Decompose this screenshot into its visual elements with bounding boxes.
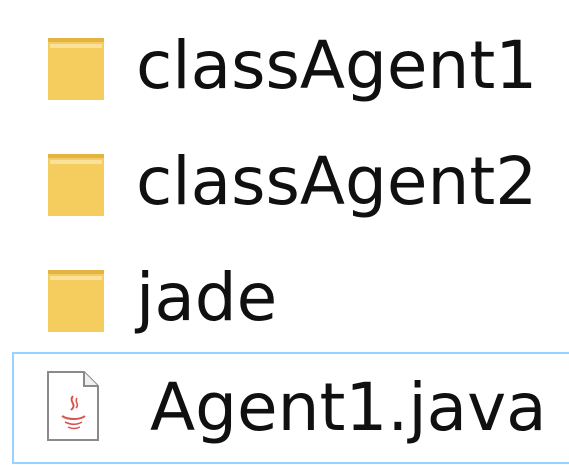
file-name: Agent1.java — [150, 369, 547, 446]
folder-name: classAgent2 — [136, 143, 538, 220]
folder-icon — [48, 264, 104, 332]
java-file-icon — [46, 370, 100, 442]
file-item-agent1-java[interactable]: Agent1.java — [12, 352, 569, 464]
folder-item-classagent2[interactable]: classAgent2 — [0, 124, 569, 240]
folder-name: classAgent1 — [136, 27, 538, 104]
folder-name: jade — [136, 259, 278, 336]
folder-icon — [48, 148, 104, 216]
folder-icon — [48, 32, 104, 100]
file-list: classAgent1 classAgent2 jade Agent1.java — [0, 0, 569, 470]
folder-item-jade[interactable]: jade — [0, 240, 569, 356]
folder-item-classagent1[interactable]: classAgent1 — [0, 8, 569, 124]
